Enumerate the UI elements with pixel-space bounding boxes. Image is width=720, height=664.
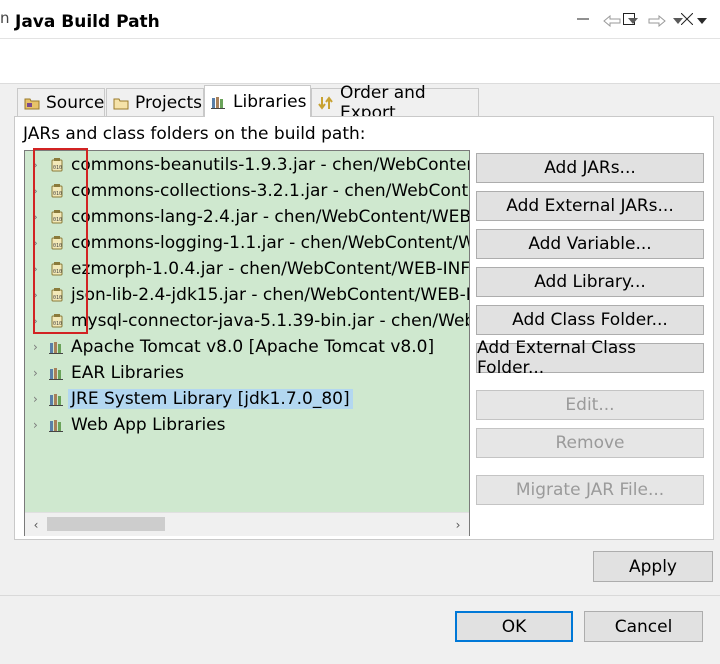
- tree-item-library[interactable]: › Web App Libraries: [25, 412, 226, 438]
- add-variable-button[interactable]: Add Variable...: [476, 229, 704, 259]
- tab-libraries[interactable]: Libraries: [204, 85, 311, 117]
- dropdown-triangle-icon: [628, 18, 638, 24]
- projects-icon: [113, 95, 129, 111]
- tree-item-jar[interactable]: › 010 commons-lang-2.4.jar - chen/WebCon…: [25, 204, 470, 230]
- tree-item-library[interactable]: › EAR Libraries: [25, 360, 184, 386]
- tab-order-and-export[interactable]: Order and Export: [311, 83, 479, 123]
- tab-label: Source: [46, 92, 105, 113]
- tree-item-jar[interactable]: › 010 commons-logging-1.1.jar - chen/Web…: [25, 230, 469, 256]
- tree-item-library-selected[interactable]: › JRE System Library [jdk1.7.0_80]: [25, 386, 353, 412]
- tree-item-label: Web App Libraries: [71, 415, 226, 435]
- edit-button[interactable]: Edit...: [476, 390, 704, 420]
- tree-item-label: mysql-connector-java-5.1.39-bin.jar - ch…: [71, 311, 469, 331]
- tree-item-label: EAR Libraries: [71, 363, 185, 383]
- expand-chevron-icon[interactable]: ›: [33, 366, 43, 380]
- ok-button[interactable]: OK: [455, 611, 573, 642]
- library-icon: [49, 417, 65, 433]
- tree-item-label: commons-beanutils-1.9.3.jar - chen/WebCo…: [71, 155, 469, 175]
- tab-label: Projects: [135, 92, 203, 113]
- library-icon: [49, 339, 65, 355]
- tab-projects[interactable]: Projects: [106, 88, 204, 116]
- scroll-right-icon[interactable]: ›: [447, 513, 469, 536]
- tree-item-jar[interactable]: › 010 mysql-connector-java-5.1.39-bin.ja…: [25, 308, 469, 334]
- tab-source[interactable]: Source: [17, 88, 105, 116]
- forward-arrow-icon: [648, 15, 666, 27]
- tree-item-label: commons-collections-3.2.1.jar - chen/Web…: [71, 181, 470, 201]
- forward-nav-button[interactable]: [648, 11, 666, 31]
- view-menu-button[interactable]: [697, 11, 707, 31]
- tree-item-label: ezmorph-1.0.4.jar - chen/WebContent/WEB-…: [71, 259, 470, 279]
- highlight-box: [33, 148, 88, 334]
- add-jars-button[interactable]: Add JARs...: [476, 153, 704, 183]
- back-arrow-icon: [603, 15, 621, 27]
- source-folder-icon: [24, 95, 40, 111]
- window-title: n: [0, 9, 10, 27]
- back-history-dropdown[interactable]: [628, 11, 638, 31]
- tree-item-jar[interactable]: › 010 ezmorph-1.0.4.jar - chen/WebConten…: [25, 256, 470, 282]
- tree-item-label: commons-logging-1.1.jar - chen/WebConten…: [71, 233, 469, 253]
- add-external-class-folder-button[interactable]: Add External Class Folder...: [476, 338, 704, 378]
- scrollbar-thumb[interactable]: [47, 517, 165, 531]
- expand-chevron-icon[interactable]: ›: [33, 418, 43, 432]
- back-nav-button[interactable]: [603, 11, 621, 31]
- tree-item-label: json-lib-2.4-jdk15.jar - chen/WebContent…: [71, 285, 469, 305]
- tree-item-library[interactable]: › Apache Tomcat v8.0 [Apache Tomcat v8.0…: [25, 334, 434, 360]
- page-header: [0, 39, 720, 84]
- order-export-icon: [318, 95, 334, 111]
- tree-item-jar[interactable]: › 010 commons-beanutils-1.9.3.jar - chen…: [25, 152, 469, 178]
- view-menu-icon: [697, 18, 707, 24]
- add-external-jars-button[interactable]: Add External JARs...: [476, 191, 704, 221]
- forward-history-dropdown[interactable]: [673, 11, 683, 31]
- dropdown-triangle-icon: [673, 18, 683, 24]
- expand-chevron-icon[interactable]: ›: [33, 340, 43, 354]
- scroll-left-icon[interactable]: ‹: [25, 513, 47, 536]
- build-path-label: JARs and class folders on the build path…: [23, 124, 366, 144]
- minimize-icon: [577, 18, 589, 20]
- minimize-button[interactable]: [560, 0, 606, 38]
- tree-item-label: JRE System Library [jdk1.7.0_80]: [68, 389, 353, 409]
- libraries-icon: [211, 94, 227, 110]
- library-icon: [49, 391, 65, 407]
- library-icon: [49, 365, 65, 381]
- tree-item-label: Apache Tomcat v8.0 [Apache Tomcat v8.0]: [71, 337, 435, 357]
- add-library-button[interactable]: Add Library...: [476, 267, 704, 297]
- tree-item-jar[interactable]: › 010 json-lib-2.4-jdk15.jar - chen/WebC…: [25, 282, 469, 308]
- migrate-jar-button[interactable]: Migrate JAR File...: [476, 475, 704, 505]
- cancel-button[interactable]: Cancel: [584, 611, 703, 642]
- tree-item-label: commons-lang-2.4.jar - chen/WebContent/W…: [71, 207, 470, 227]
- tree-item-jar[interactable]: › 010 commons-collections-3.2.1.jar - ch…: [25, 178, 470, 204]
- build-path-tree[interactable]: › 010 commons-beanutils-1.9.3.jar - chen…: [24, 150, 470, 536]
- apply-button[interactable]: Apply: [593, 551, 713, 582]
- page-title: Java Build Path: [15, 12, 160, 32]
- tab-label: Libraries: [233, 91, 307, 112]
- remove-button[interactable]: Remove: [476, 428, 704, 458]
- add-class-folder-button[interactable]: Add Class Folder...: [476, 305, 704, 335]
- expand-chevron-icon[interactable]: ›: [33, 392, 43, 406]
- separator: [0, 595, 720, 596]
- horizontal-scrollbar[interactable]: ‹ ›: [25, 512, 469, 536]
